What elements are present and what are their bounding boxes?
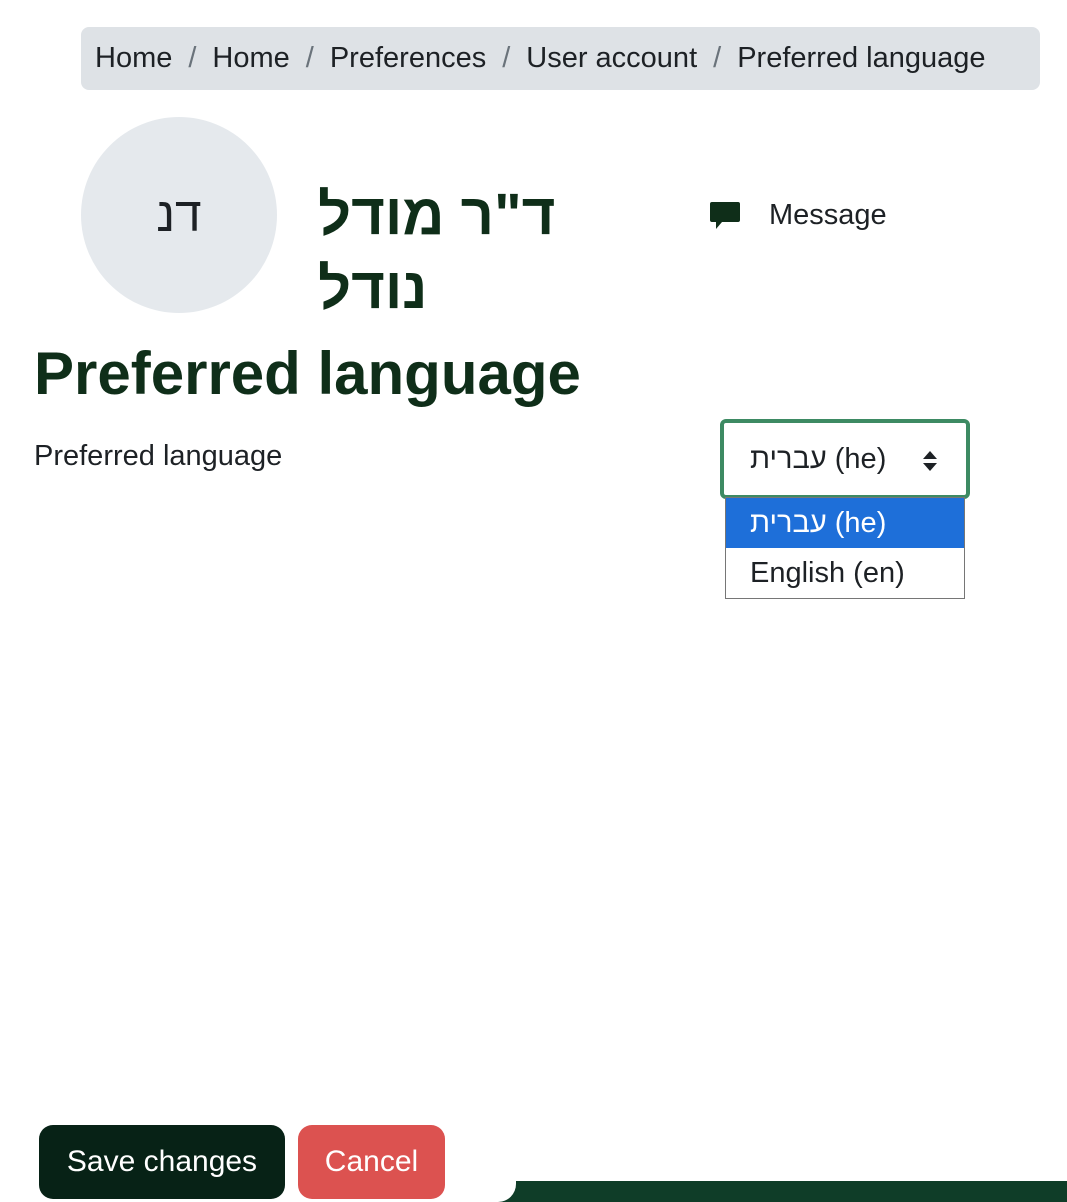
breadcrumb-home-2[interactable]: Home (212, 42, 289, 75)
user-full-name: ד"ר מודל נודל (318, 182, 556, 321)
sort-arrows-icon (923, 451, 937, 471)
breadcrumb-preferred-language: Preferred language (737, 42, 986, 74)
preferred-language-select[interactable]: עברית (he) (720, 419, 970, 499)
breadcrumb-separator: / (188, 42, 197, 74)
avatar[interactable]: דנ (81, 117, 277, 313)
page-title: Preferred language (34, 340, 581, 407)
breadcrumb-user-account[interactable]: User account (526, 42, 697, 75)
breadcrumb: Home / Home / Preferences / User account… (81, 27, 1040, 90)
preferred-language-label: Preferred language (34, 440, 283, 472)
save-changes-button[interactable]: Save changes (39, 1125, 285, 1199)
breadcrumb-preferences[interactable]: Preferences (330, 42, 486, 75)
breadcrumb-separator: / (305, 42, 314, 74)
breadcrumb-home-1[interactable]: Home (95, 42, 172, 75)
message-button[interactable]: Message (708, 195, 887, 235)
message-label: Message (769, 198, 887, 231)
speech-bubble-icon (710, 202, 740, 229)
language-dropdown-list: עברית (he) English (en) (725, 497, 965, 599)
select-current-value: עברית (he) (750, 442, 887, 475)
avatar-initials: דנ (156, 188, 202, 242)
breadcrumb-separator: / (713, 42, 722, 74)
cancel-button[interactable]: Cancel (298, 1125, 445, 1199)
option-english[interactable]: English (en) (726, 548, 964, 598)
option-hebrew[interactable]: עברית (he) (726, 498, 964, 548)
breadcrumb-separator: / (502, 42, 511, 74)
